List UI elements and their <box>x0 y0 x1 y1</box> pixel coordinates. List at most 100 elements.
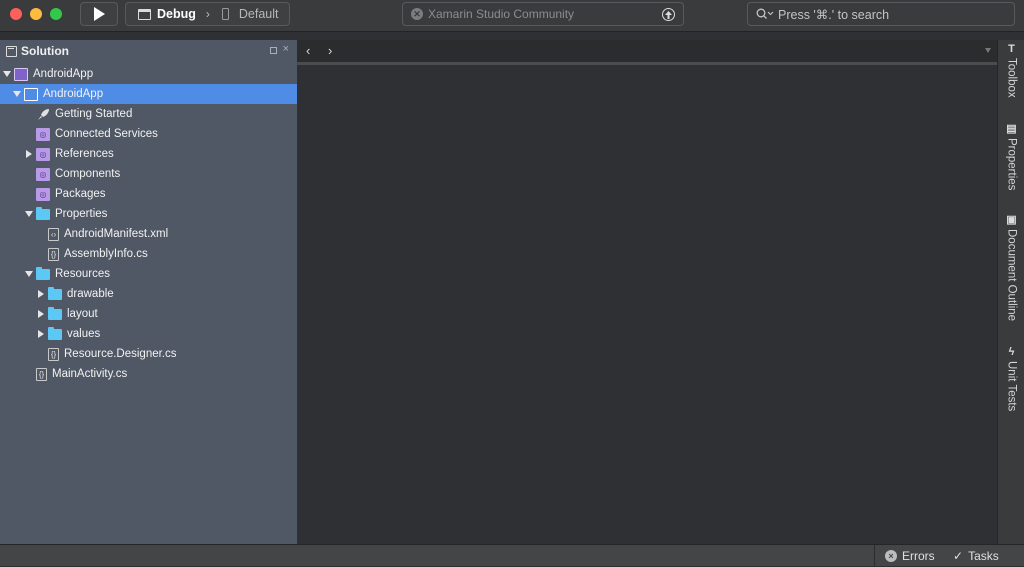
folder-icon <box>36 206 50 220</box>
dock-pin-icon[interactable] <box>270 47 277 54</box>
tree-item-label: Resource.Designer.cs <box>64 348 177 360</box>
dock-document-outline[interactable]: ▣ Document Outline <box>998 214 1024 321</box>
solution-tree: AndroidApp AndroidApp Getting Started ◎ Conn… <box>0 64 297 384</box>
lightning-icon: ϟ <box>1008 346 1015 358</box>
tree-item-drawable[interactable]: drawable <box>0 284 297 304</box>
status-bar: × Errors ✓ Tasks <box>0 544 1024 567</box>
services-icon: ◎ <box>36 127 50 141</box>
tree-item-androidapp[interactable]: AndroidApp <box>0 84 297 104</box>
expanded-arrow-icon[interactable] <box>2 69 12 79</box>
tree-item-resource-designer-cs[interactable]: {} Resource.Designer.cs <box>0 344 297 364</box>
status-area[interactable]: ✕ Xamarin Studio Community <box>402 2 684 26</box>
folder-icon <box>48 306 62 320</box>
main-toolbar: Debug › Default ✕ Xamarin Studio Communi… <box>0 0 1024 32</box>
expanded-arrow-icon[interactable] <box>24 209 34 219</box>
close-icon[interactable]: × <box>283 43 289 55</box>
dock-properties[interactable]: ▤ Properties <box>998 123 1024 190</box>
errors-label: Errors <box>902 549 935 563</box>
collapsed-arrow-icon[interactable] <box>36 309 46 319</box>
properties-icon: ▤ <box>1006 123 1017 135</box>
tree-item-label: Getting Started <box>55 108 133 120</box>
update-icon[interactable] <box>662 8 675 21</box>
tree-item-label: layout <box>67 308 98 320</box>
tree-item-label: AndroidApp <box>43 88 104 100</box>
right-dock-bar: T Toolbox ▤ Properties ▣ Document Outlin… <box>997 40 1024 544</box>
search-icon <box>756 8 774 19</box>
cs-file-icon: {} <box>48 247 59 261</box>
toolbox-icon: T <box>1008 43 1015 55</box>
expanded-arrow-icon[interactable] <box>24 269 34 279</box>
tree-item-label: Connected Services <box>55 128 158 140</box>
collapsed-arrow-icon[interactable] <box>24 149 34 159</box>
search-input[interactable]: Press '⌘.' to search <box>778 7 889 22</box>
status-bar-divider <box>874 545 875 567</box>
collapsed-arrow-icon[interactable] <box>36 289 46 299</box>
tree-item-layout[interactable]: layout <box>0 304 297 324</box>
errors-button[interactable]: × Errors <box>885 549 935 563</box>
configuration-icon <box>138 8 151 20</box>
breadcrumb-separator-icon: › <box>205 7 210 21</box>
dock-toolbox[interactable]: T Toolbox <box>998 43 1024 98</box>
device-icon <box>221 8 229 20</box>
collapsed-arrow-icon[interactable] <box>36 329 46 339</box>
folder-icon <box>48 326 62 340</box>
tree-item-connected-services[interactable]: ◎ Connected Services <box>0 124 297 144</box>
references-icon: ◎ <box>36 147 50 161</box>
status-text: Xamarin Studio Community <box>428 7 575 21</box>
solution-pad-title: Solution <box>21 44 69 58</box>
solution-icon <box>14 67 28 81</box>
xml-file-icon: ‹› <box>48 227 59 241</box>
tree-item-label: values <box>67 328 101 340</box>
run-button[interactable] <box>80 2 118 26</box>
tree-item-label: drawable <box>67 288 114 300</box>
window-close-button[interactable] <box>10 8 22 20</box>
editor-divider <box>297 62 997 65</box>
rocket-icon <box>36 108 50 121</box>
tree-item-label: MainActivity.cs <box>52 368 128 380</box>
cs-file-icon: {} <box>48 347 59 361</box>
tab-dropdown-icon[interactable] <box>985 48 991 53</box>
navigate-forward-button[interactable]: › <box>328 43 332 58</box>
dock-document-outline-label: Document Outline <box>1005 229 1018 322</box>
window-minimize-button[interactable] <box>30 8 42 20</box>
tree-item-references[interactable]: ◎ References <box>0 144 297 164</box>
xamarin-icon: ✕ <box>411 8 423 20</box>
editor-tab-bar: ‹ › <box>297 40 997 62</box>
expanded-arrow-icon[interactable] <box>12 89 22 99</box>
solution-pad-icon <box>6 45 17 57</box>
configuration-selector[interactable]: Debug › Default <box>125 2 290 26</box>
play-icon <box>94 7 105 21</box>
window-maximize-button[interactable] <box>50 8 62 20</box>
dock-toolbox-label: Toolbox <box>1005 58 1018 98</box>
project-icon <box>24 87 38 101</box>
editor-area[interactable]: ‹ › <box>297 40 997 544</box>
tasks-label: Tasks <box>968 549 999 563</box>
solution-pad-header: Solution × <box>0 40 297 62</box>
checkmark-icon: ✓ <box>953 549 964 563</box>
tree-item-label: AndroidApp <box>33 68 94 80</box>
tree-item-values[interactable]: values <box>0 324 297 344</box>
navigate-back-button[interactable]: ‹ <box>306 43 310 58</box>
tree-item-label: Components <box>55 168 121 180</box>
device-label: Default <box>238 7 279 21</box>
outline-icon: ▣ <box>1006 214 1017 226</box>
tree-item-getting-started[interactable]: Getting Started <box>0 104 297 124</box>
tree-item-label: Properties <box>55 208 108 220</box>
tree-item-resources[interactable]: Resources <box>0 264 297 284</box>
tree-item-components[interactable]: ◎ Components <box>0 164 297 184</box>
dock-properties-label: Properties <box>1005 138 1018 191</box>
tasks-button[interactable]: ✓ Tasks <box>953 549 999 563</box>
tree-item-packages[interactable]: ◎ Packages <box>0 184 297 204</box>
error-icon: × <box>885 550 897 562</box>
tree-item-androidapp[interactable]: AndroidApp <box>0 64 297 84</box>
dock-unit-tests[interactable]: ϟ Unit Tests <box>998 346 1024 411</box>
tree-item-androidmanifest-xml[interactable]: ‹› AndroidManifest.xml <box>0 224 297 244</box>
components-icon: ◎ <box>36 167 50 181</box>
tree-item-label: Resources <box>55 268 110 280</box>
packages-icon: ◎ <box>36 187 50 201</box>
cs-file-icon: {} <box>36 367 47 381</box>
search-box[interactable]: Press '⌘.' to search <box>747 2 1015 26</box>
tree-item-assemblyinfo-cs[interactable]: {} AssemblyInfo.cs <box>0 244 297 264</box>
tree-item-properties[interactable]: Properties <box>0 204 297 224</box>
tree-item-mainactivity-cs[interactable]: {} MainActivity.cs <box>0 364 297 384</box>
